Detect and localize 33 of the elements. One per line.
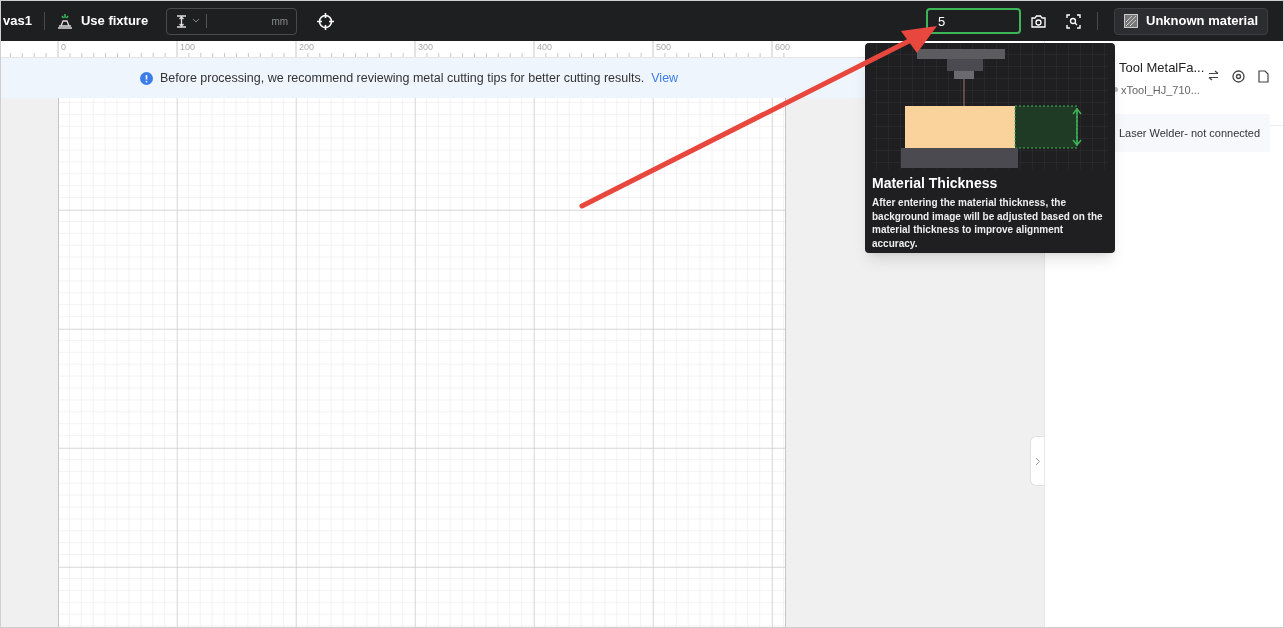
project-name: Tool MetalFa... (1119, 59, 1206, 77)
ruler-label: 400 (537, 42, 553, 52)
settings-icon[interactable] (1232, 70, 1245, 83)
material-button[interactable]: Unknown material (1114, 7, 1268, 35)
ruler-label: 300 (418, 42, 434, 52)
document-icon[interactable] (1258, 70, 1269, 83)
ruler-label: 600 (775, 42, 791, 52)
banner-message: Before processing, we recommend reviewing metal cutting tips for better cutting results. (160, 69, 645, 87)
chevron-right-icon (1034, 456, 1041, 466)
ruler-label: 0 (61, 42, 66, 52)
crosshair-icon[interactable] (317, 12, 335, 30)
ruler-label: 500 (656, 42, 672, 52)
connection-status: Laser Welder- not connected (1119, 125, 1261, 141)
device-name: xTool_HJ_710... (1121, 82, 1200, 98)
chevron-down-icon (192, 18, 201, 24)
ruler-label: 100 (180, 42, 196, 52)
view-link[interactable]: View (651, 68, 679, 88)
ruler-label: 200 (299, 42, 315, 52)
camera-icon[interactable] (1031, 14, 1047, 28)
collapse-handle[interactable] (1030, 436, 1044, 486)
thickness-icon (175, 14, 189, 28)
fixture-icon (56, 13, 73, 29)
use-fixture-button[interactable]: Use fixture (56, 11, 149, 31)
hatched-square-icon (1124, 14, 1139, 28)
unit-label: mm (271, 14, 289, 29)
tooltip-body: After entering the material thickness, the background image will be adjusted based on the material thickness to improve alignment accuracy. (871, 196, 1104, 250)
thickness-mode-field[interactable]: mm (166, 7, 298, 35)
swap-icon[interactable] (1208, 70, 1219, 81)
info-icon (140, 71, 153, 85)
canvas-name: vas1 (2, 12, 33, 31)
thickness-input[interactable]: 5 (926, 8, 1022, 34)
scan-icon[interactable] (1066, 13, 1082, 29)
tooltip-title: Material Thickness (871, 174, 999, 193)
